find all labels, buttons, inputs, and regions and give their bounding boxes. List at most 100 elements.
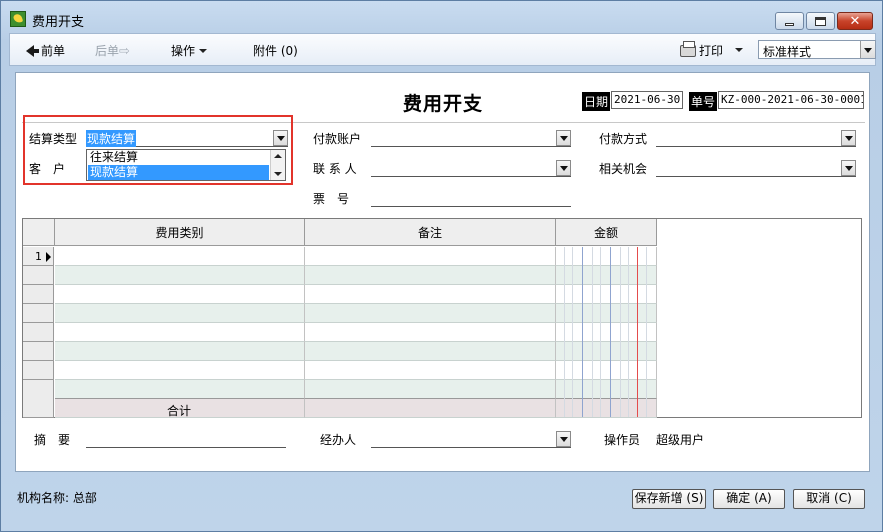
app-icon bbox=[10, 11, 26, 27]
contact-label: 联 系 人 bbox=[313, 162, 357, 176]
amount-cell[interactable] bbox=[556, 247, 657, 266]
remark-cell[interactable] bbox=[305, 285, 556, 304]
print-dropdown[interactable] bbox=[731, 43, 743, 57]
minimize-button[interactable] bbox=[775, 12, 804, 30]
row-header bbox=[23, 342, 54, 361]
pay-account-label: 付款账户 bbox=[313, 132, 362, 146]
form-title: 费用开支 bbox=[403, 93, 484, 115]
row-header bbox=[23, 380, 54, 399]
chevron-down-icon[interactable] bbox=[273, 130, 288, 146]
column-header-category[interactable]: 费用类别 bbox=[55, 219, 305, 246]
settle-option-cash[interactable]: 现款结算 bbox=[88, 165, 269, 180]
doc-no-label: 单号 bbox=[689, 92, 718, 111]
window-title: 费用开支 bbox=[32, 15, 85, 30]
chevron-down-icon bbox=[735, 48, 743, 52]
opportunity-label: 相关机会 bbox=[599, 162, 648, 176]
title-bar: 费用开支 ✕ bbox=[1, 1, 882, 33]
ok-button[interactable]: 确定 (A) bbox=[713, 489, 785, 509]
customer-label: 客 户 bbox=[29, 162, 66, 176]
remark-cell[interactable] bbox=[305, 380, 556, 399]
cancel-button[interactable]: 取消 (C) bbox=[793, 489, 865, 509]
total-label-cell: 合计 bbox=[55, 398, 305, 418]
opportunity-field[interactable] bbox=[656, 159, 856, 177]
attachment-button[interactable]: 附件 (0) bbox=[253, 42, 298, 59]
close-button[interactable]: ✕ bbox=[837, 12, 873, 30]
amount-cell[interactable] bbox=[556, 361, 657, 380]
settle-type-combo[interactable]: 现款结算 bbox=[86, 129, 288, 147]
chevron-down-icon[interactable] bbox=[841, 160, 856, 176]
summary-label: 摘 要 bbox=[34, 433, 71, 447]
chevron-down-icon[interactable] bbox=[841, 130, 856, 146]
print-style-select[interactable]: 标准样式 bbox=[758, 40, 876, 59]
row-number: 1 bbox=[23, 247, 54, 266]
ticket-field[interactable] bbox=[371, 189, 571, 207]
row-header bbox=[23, 304, 54, 323]
category-cell[interactable] bbox=[55, 380, 305, 399]
remark-cell[interactable] bbox=[305, 304, 556, 323]
settle-type-label: 结算类型 bbox=[29, 132, 78, 146]
pay-account-field[interactable] bbox=[371, 129, 571, 147]
maximize-button[interactable] bbox=[806, 12, 835, 30]
remark-cell[interactable] bbox=[305, 266, 556, 285]
category-cell[interactable] bbox=[55, 247, 305, 266]
total-label: 合计 bbox=[167, 404, 192, 418]
expense-window: 费用开支 ✕ 前单 后单⇨ 操作 附件 (0) 打印 标准样式 费用开支 日期 … bbox=[0, 0, 883, 532]
amount-cell[interactable] bbox=[556, 304, 657, 323]
summary-field[interactable] bbox=[86, 430, 286, 448]
operator-value: 超级用户 bbox=[656, 433, 705, 447]
amount-cell[interactable] bbox=[556, 380, 657, 399]
scroll-up-icon[interactable] bbox=[274, 154, 282, 158]
total-amount-cell bbox=[556, 398, 657, 418]
amount-cell[interactable] bbox=[556, 266, 657, 285]
category-cell[interactable] bbox=[55, 304, 305, 323]
remark-cell[interactable] bbox=[305, 361, 556, 380]
pay-method-label: 付款方式 bbox=[599, 132, 648, 146]
category-cell[interactable] bbox=[55, 342, 305, 361]
category-cell[interactable] bbox=[55, 285, 305, 304]
amount-cell[interactable] bbox=[556, 285, 657, 304]
row-header bbox=[23, 323, 54, 342]
doc-no-field[interactable]: KZ-000-2021-06-30-0001 bbox=[718, 91, 864, 109]
column-header-remark[interactable]: 备注 bbox=[305, 219, 556, 246]
amount-cell[interactable] bbox=[556, 323, 657, 342]
category-cell[interactable] bbox=[55, 266, 305, 285]
minimize-icon bbox=[785, 22, 794, 26]
chevron-down-icon[interactable] bbox=[556, 160, 571, 176]
chevron-down-icon[interactable] bbox=[556, 431, 571, 447]
category-cell[interactable] bbox=[55, 361, 305, 380]
settle-option-account[interactable]: 往来结算 bbox=[88, 150, 269, 165]
date-field[interactable]: 2021-06-30 bbox=[611, 91, 683, 109]
chevron-down-icon[interactable] bbox=[556, 130, 571, 146]
arrow-right-icon: ⇨ bbox=[119, 44, 130, 59]
row-header bbox=[23, 285, 54, 304]
bottom-bar: 机构名称: 总部 保存新增 (S) 确定 (A) 取消 (C) bbox=[9, 481, 876, 525]
print-button[interactable]: 打印 bbox=[680, 41, 723, 59]
printer-icon bbox=[680, 41, 696, 57]
save-new-button[interactable]: 保存新增 (S) bbox=[632, 489, 706, 509]
maximize-icon bbox=[815, 16, 826, 26]
close-icon: ✕ bbox=[849, 13, 861, 29]
contact-field[interactable] bbox=[371, 159, 571, 177]
remark-cell[interactable] bbox=[305, 247, 556, 266]
chevron-down-icon[interactable] bbox=[860, 41, 875, 58]
remark-cell[interactable] bbox=[305, 323, 556, 342]
row-pointer-icon bbox=[46, 252, 51, 262]
settle-type-value: 现款结算 bbox=[86, 130, 137, 147]
total-remark-cell bbox=[305, 398, 556, 418]
ticket-label: 票 号 bbox=[313, 192, 350, 206]
handler-field[interactable] bbox=[371, 430, 571, 448]
operate-menu[interactable]: 操作 bbox=[171, 42, 208, 59]
pay-method-field[interactable] bbox=[656, 129, 856, 147]
expense-grid: 费用类别 备注 金额 1 合计 bbox=[22, 218, 862, 418]
remark-cell[interactable] bbox=[305, 342, 556, 361]
dropdown-scrollbar[interactable] bbox=[270, 150, 285, 180]
settle-type-dropdown-list: 往来结算 现款结算 bbox=[86, 149, 286, 181]
column-header-amount[interactable]: 金额 bbox=[556, 219, 657, 246]
row-header bbox=[23, 361, 54, 380]
amount-cell[interactable] bbox=[556, 342, 657, 361]
expense-form: 费用开支 日期 2021-06-30 单号 KZ-000-2021-06-30-… bbox=[15, 72, 870, 472]
next-doc-button[interactable]: 后单⇨ bbox=[95, 42, 130, 59]
prev-doc-button[interactable]: 前单 bbox=[26, 42, 65, 59]
scroll-down-icon[interactable] bbox=[274, 172, 282, 176]
category-cell[interactable] bbox=[55, 323, 305, 342]
